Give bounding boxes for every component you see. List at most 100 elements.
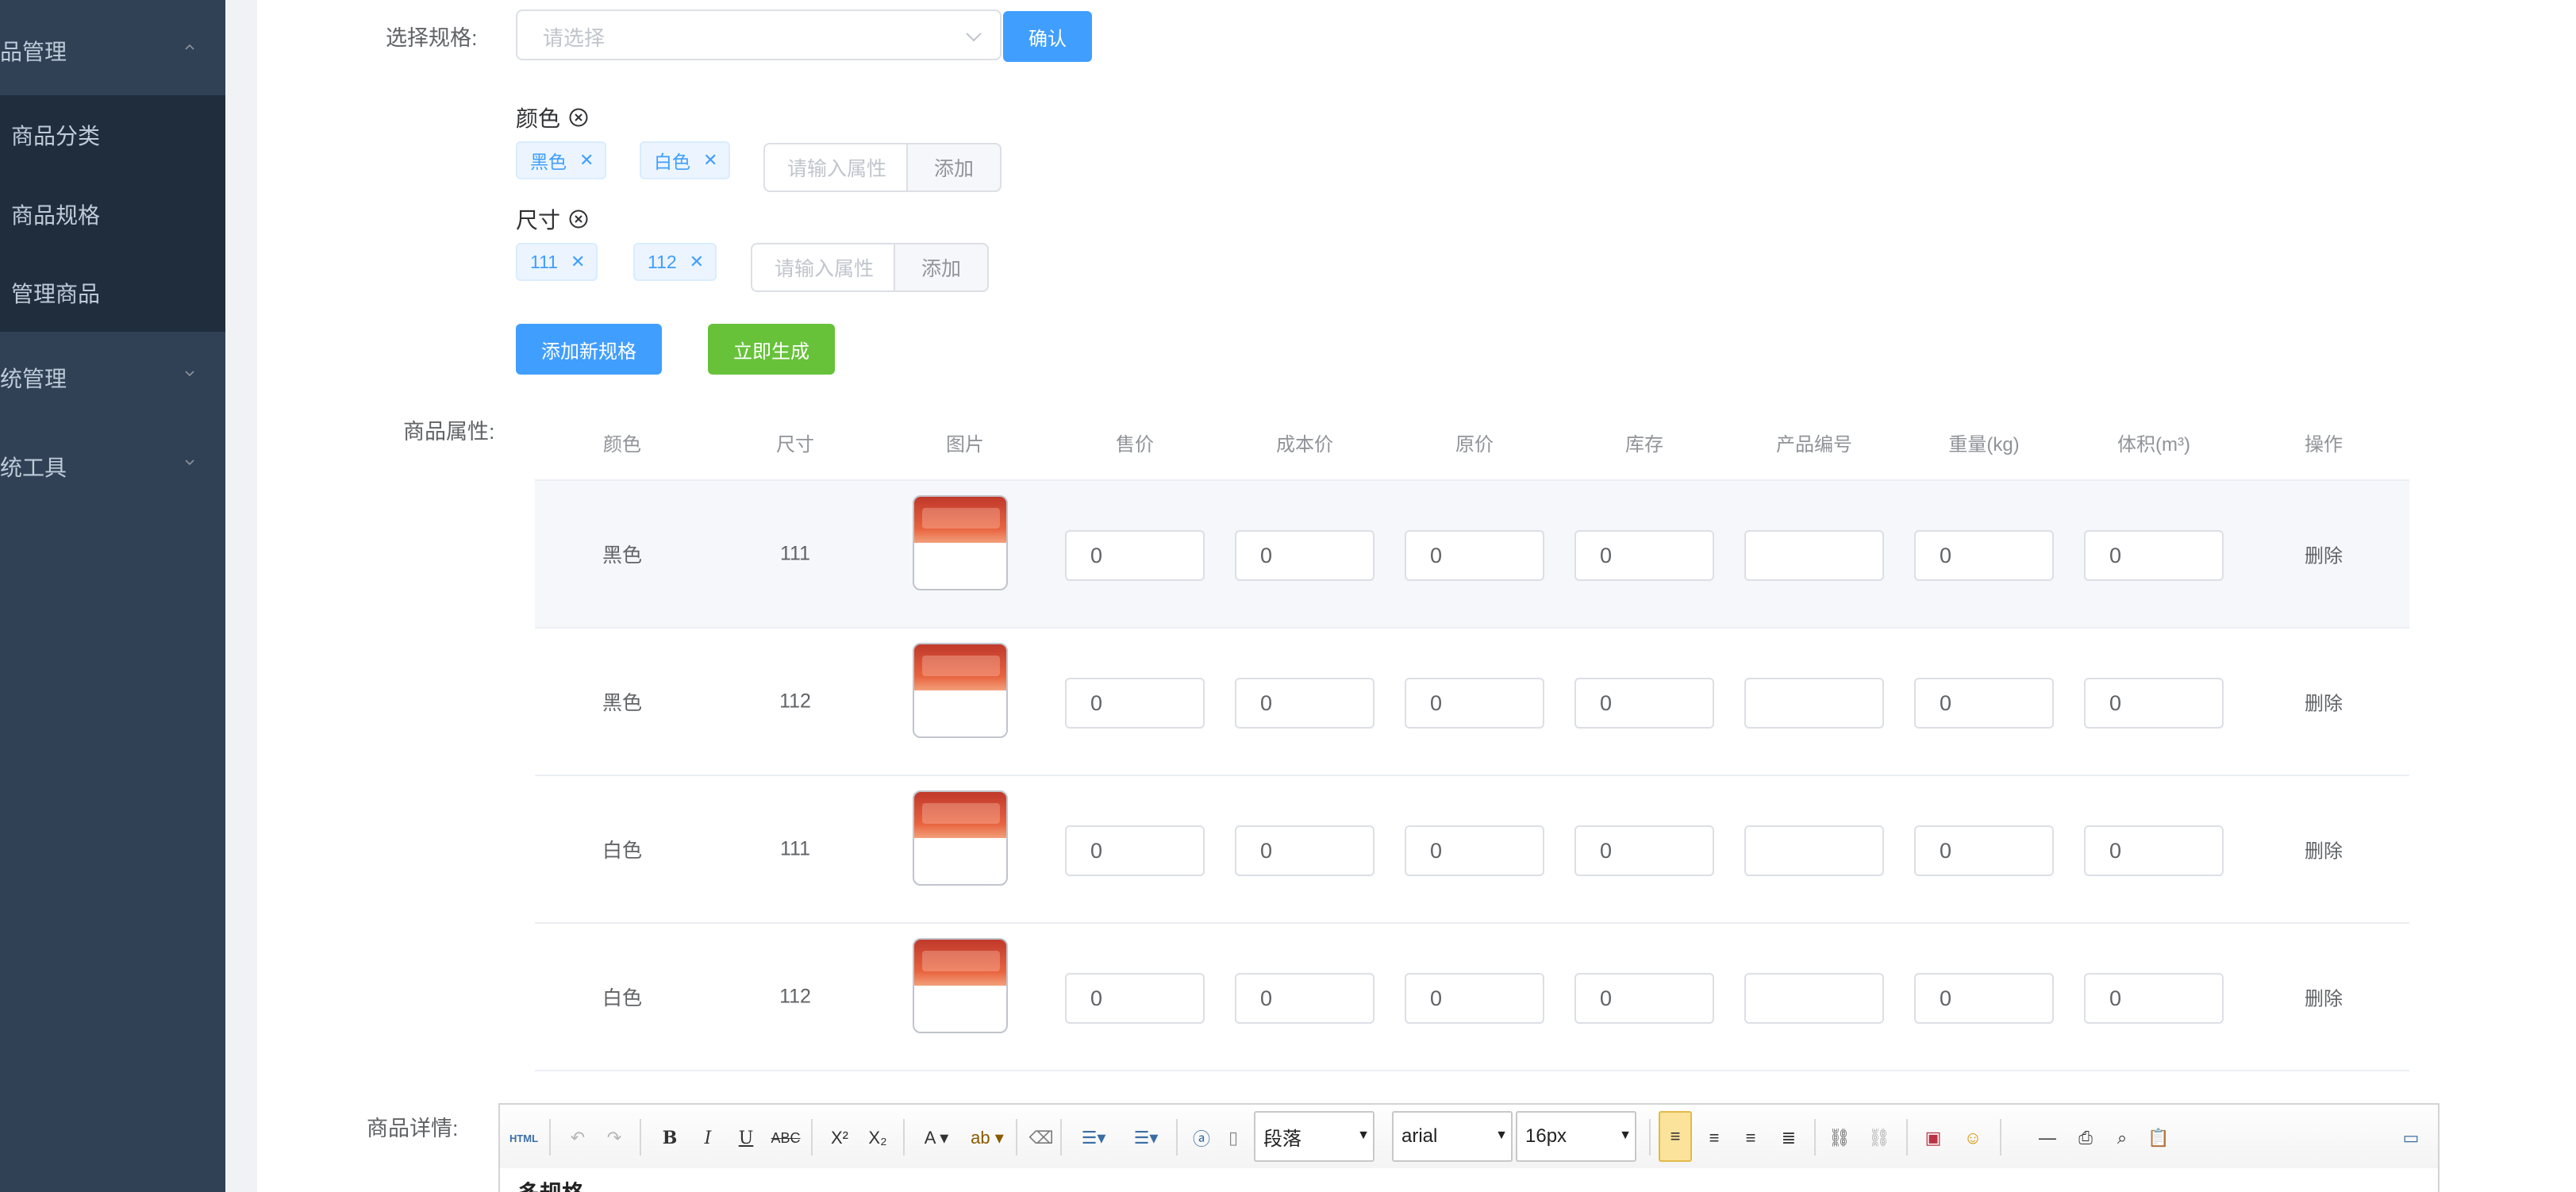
- strikethrough-icon[interactable]: ABC: [770, 1124, 802, 1152]
- image-icon[interactable]: ▣: [1916, 1124, 1951, 1152]
- sidebar-group-system[interactable]: 统管理: [0, 333, 225, 422]
- tag-label: 黑色: [530, 152, 567, 172]
- attr-add-button[interactable]: 添加: [908, 143, 1002, 192]
- original-price-input[interactable]: 0: [1405, 678, 1544, 729]
- table-row: 白色 112 0 0 0 0 0 0 删除: [535, 924, 2409, 1071]
- remove-circle-icon[interactable]: [568, 209, 589, 229]
- subscript-icon[interactable]: X₂: [860, 1124, 895, 1152]
- delete-button[interactable]: 删除: [2305, 540, 2343, 568]
- link-icon[interactable]: ⛓: [1822, 1124, 1857, 1152]
- undo-icon[interactable]: ↶: [563, 1124, 592, 1152]
- code-input[interactable]: [1744, 973, 1884, 1024]
- eraser-icon[interactable]: ⌫: [1027, 1124, 1055, 1152]
- sidebar-item-manage[interactable]: 管理商品: [0, 254, 225, 332]
- cell-size: 112: [779, 690, 811, 713]
- close-icon[interactable]: ✕: [579, 150, 594, 171]
- rich-text-body[interactable]: 多规格: [498, 1168, 2440, 1192]
- close-icon[interactable]: ✕: [703, 150, 717, 171]
- add-spec-button[interactable]: 添加新规格: [516, 324, 662, 375]
- product-thumbnail[interactable]: [913, 643, 1008, 738]
- close-icon[interactable]: ✕: [690, 252, 704, 272]
- align-right-icon[interactable]: ≡: [1735, 1124, 1767, 1152]
- stock-input[interactable]: 0: [1574, 530, 1714, 581]
- unordered-list-icon[interactable]: ☰▾: [1124, 1124, 1168, 1152]
- align-left-icon[interactable]: ≡: [1659, 1111, 1692, 1162]
- cost-input[interactable]: 0: [1235, 973, 1375, 1024]
- col-header-color: 颜色: [603, 434, 641, 456]
- sidebar-item-label: 商品分类: [11, 124, 101, 148]
- redo-icon[interactable]: ↷: [600, 1124, 629, 1152]
- weight-input[interactable]: 0: [1914, 825, 2054, 876]
- sidebar-group-tools[interactable]: 统工具: [0, 422, 225, 511]
- horizontal-rule-icon[interactable]: —: [2032, 1124, 2063, 1152]
- confirm-button[interactable]: 确认: [1003, 11, 1092, 62]
- bold-icon[interactable]: B: [656, 1124, 684, 1152]
- original-price-input[interactable]: 0: [1405, 825, 1544, 876]
- weight-input[interactable]: 0: [1914, 530, 2054, 581]
- volume-input[interactable]: 0: [2084, 678, 2224, 729]
- superscript-icon[interactable]: X²: [822, 1124, 857, 1152]
- price-input[interactable]: 0: [1065, 973, 1205, 1024]
- font-size-select[interactable]: 16px ▼: [1516, 1111, 1636, 1162]
- col-header-weight: 重量(kg): [1948, 434, 2020, 456]
- stock-input[interactable]: 0: [1574, 678, 1714, 729]
- spec-select-label: 选择规格:: [386, 26, 478, 50]
- font-color-icon[interactable]: A ▾: [914, 1124, 959, 1152]
- code-input[interactable]: [1744, 678, 1884, 729]
- cost-input[interactable]: 0: [1235, 530, 1375, 581]
- unlink-icon[interactable]: ⛓: [1862, 1124, 1897, 1152]
- stock-input[interactable]: 0: [1574, 825, 1714, 876]
- sidebar-item-spec[interactable]: 商品规格: [0, 175, 225, 254]
- cost-input[interactable]: 0: [1235, 825, 1375, 876]
- italic-icon[interactable]: I: [694, 1124, 722, 1152]
- price-input[interactable]: 0: [1065, 530, 1205, 581]
- volume-input[interactable]: 0: [2084, 973, 2224, 1024]
- attr-value-input[interactable]: 请输入属性: [751, 243, 895, 292]
- paragraph-select[interactable]: 段落 ▼: [1254, 1111, 1375, 1162]
- fullscreen-icon[interactable]: ▭: [2395, 1124, 2427, 1152]
- sidebar-group-product[interactable]: 品管理: [0, 6, 225, 95]
- delete-button[interactable]: 删除: [2305, 983, 2343, 1011]
- font-family-select[interactable]: arial ▼: [1392, 1111, 1513, 1162]
- volume-input[interactable]: 0: [2084, 530, 2224, 581]
- price-input[interactable]: 0: [1065, 825, 1205, 876]
- font-size-value: 16px: [1525, 1125, 1567, 1147]
- generate-button[interactable]: 立即生成: [708, 324, 835, 375]
- col-header-cost: 成本价: [1276, 434, 1333, 456]
- product-thumbnail[interactable]: [913, 938, 1008, 1033]
- print-icon[interactable]: ⎙: [2070, 1124, 2101, 1152]
- spec-select[interactable]: 请选择: [516, 10, 1002, 60]
- weight-input[interactable]: 0: [1914, 973, 2054, 1024]
- align-justify-icon[interactable]: ≣: [1773, 1124, 1805, 1152]
- remove-circle-icon[interactable]: [568, 107, 589, 128]
- underline-icon[interactable]: U: [732, 1124, 760, 1152]
- price-input[interactable]: 0: [1065, 678, 1205, 729]
- paste-icon[interactable]: 📋: [2143, 1124, 2174, 1152]
- product-thumbnail[interactable]: [913, 790, 1008, 886]
- code-input[interactable]: [1744, 530, 1884, 581]
- original-price-input[interactable]: 0: [1405, 973, 1544, 1024]
- html-source-button[interactable]: HTML: [508, 1124, 540, 1152]
- sidebar-item-category[interactable]: 商品分类: [0, 95, 225, 175]
- original-price-input[interactable]: 0: [1405, 530, 1544, 581]
- attr-add-button[interactable]: 添加: [895, 243, 989, 292]
- emoji-icon[interactable]: ☺: [1955, 1124, 1990, 1152]
- cost-input[interactable]: 0: [1235, 678, 1375, 729]
- code-input[interactable]: [1744, 825, 1884, 876]
- delete-button[interactable]: 删除: [2305, 688, 2343, 716]
- product-thumbnail[interactable]: [913, 495, 1008, 590]
- attr-value-input[interactable]: 请输入属性: [763, 143, 908, 192]
- highlight-color-icon[interactable]: ab ▾: [963, 1124, 1011, 1152]
- volume-input[interactable]: 0: [2084, 825, 2224, 876]
- anchor-icon[interactable]: ⓐ: [1187, 1124, 1216, 1152]
- close-icon[interactable]: ✕: [571, 252, 585, 272]
- stock-input[interactable]: 0: [1574, 973, 1714, 1024]
- page-icon[interactable]: ▯: [1219, 1124, 1248, 1152]
- delete-button[interactable]: 删除: [2305, 836, 2343, 863]
- tag-label: 111: [530, 251, 558, 272]
- cell-color: 黑色: [602, 692, 643, 714]
- ordered-list-icon[interactable]: ☰▾: [1071, 1124, 1116, 1152]
- weight-input[interactable]: 0: [1914, 678, 2054, 729]
- preview-icon[interactable]: ⌕: [2106, 1124, 2138, 1152]
- align-center-icon[interactable]: ≡: [1698, 1124, 1730, 1152]
